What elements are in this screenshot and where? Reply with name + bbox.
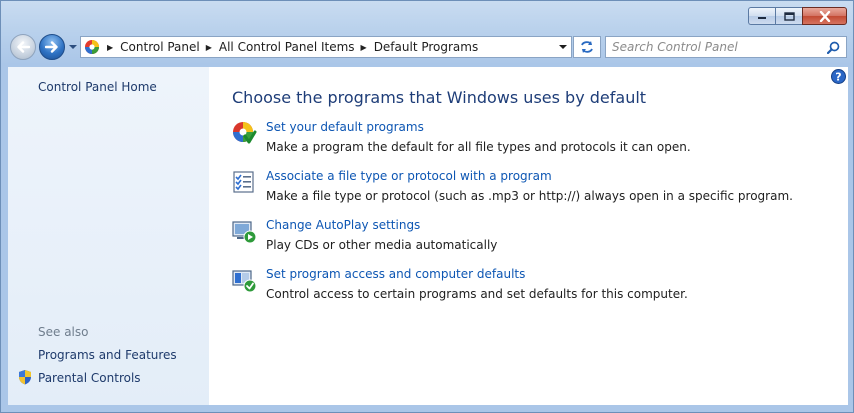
breadcrumb-separator[interactable]: ▶	[361, 43, 367, 52]
breadcrumb-control-panel[interactable]: Control Panel	[120, 40, 200, 54]
program-access-defaults-link[interactable]: Set program access and computer defaults	[266, 267, 525, 281]
search-input[interactable]	[612, 40, 822, 54]
back-arrow-icon	[17, 41, 30, 53]
parental-controls-link[interactable]: Parental Controls	[38, 371, 141, 385]
close-button[interactable]	[802, 7, 847, 25]
task-description: Control access to certain programs and s…	[266, 287, 688, 301]
control-panel-icon	[83, 38, 101, 56]
caption-buttons	[748, 7, 847, 25]
address-history-chevron-icon[interactable]	[559, 43, 567, 51]
forward-arrow-icon	[45, 41, 58, 53]
programs-and-features-link[interactable]: Programs and Features	[38, 348, 177, 362]
associate-file-type-link[interactable]: Associate a file type or protocol with a…	[266, 169, 552, 183]
close-icon	[819, 10, 830, 22]
svg-text:?: ?	[835, 71, 841, 84]
task-description: Make a file type or protocol (such as .m…	[266, 189, 793, 203]
file-association-icon	[233, 171, 254, 193]
default-programs-icon	[233, 122, 257, 144]
program-access-icon	[232, 270, 257, 293]
breadcrumb-all-items[interactable]: All Control Panel Items	[219, 40, 355, 54]
back-button[interactable]	[10, 34, 36, 60]
breadcrumb-separator[interactable]: ▶	[206, 43, 212, 52]
refresh-icon	[581, 41, 593, 53]
search-box[interactable]	[605, 36, 847, 58]
maximize-icon	[783, 11, 795, 21]
task-description: Make a program the default for all file …	[266, 140, 691, 154]
sidebar: Control Panel Home See also Programs and…	[8, 67, 209, 405]
minimize-icon	[758, 17, 766, 19]
search-icon[interactable]	[827, 41, 840, 54]
page-title: Choose the programs that Windows uses by…	[232, 88, 647, 107]
control-panel-home-link[interactable]: Control Panel Home	[38, 80, 157, 94]
chevron-down-icon[interactable]	[68, 42, 78, 52]
main-content: ? Choose the programs that Windows uses …	[209, 67, 848, 405]
see-also-label: See also	[38, 325, 89, 339]
breadcrumb-default-programs[interactable]: Default Programs	[374, 40, 479, 54]
minimize-button[interactable]	[748, 7, 775, 25]
change-autoplay-link[interactable]: Change AutoPlay settings	[266, 218, 420, 232]
shield-icon	[19, 370, 31, 385]
window: ▶ Control Panel ▶ All Control Panel Item…	[0, 0, 854, 413]
address-bar[interactable]: ▶ Control Panel ▶ All Control Panel Item…	[80, 36, 572, 58]
maximize-button[interactable]	[775, 7, 802, 25]
refresh-button[interactable]	[573, 36, 601, 58]
help-icon[interactable]: ?	[831, 69, 846, 84]
set-default-programs-link[interactable]: Set your default programs	[266, 120, 424, 134]
breadcrumb-separator[interactable]: ▶	[107, 43, 113, 52]
task-description: Play CDs or other media automatically	[266, 238, 498, 252]
autoplay-icon	[232, 221, 257, 244]
forward-button[interactable]	[39, 34, 65, 60]
